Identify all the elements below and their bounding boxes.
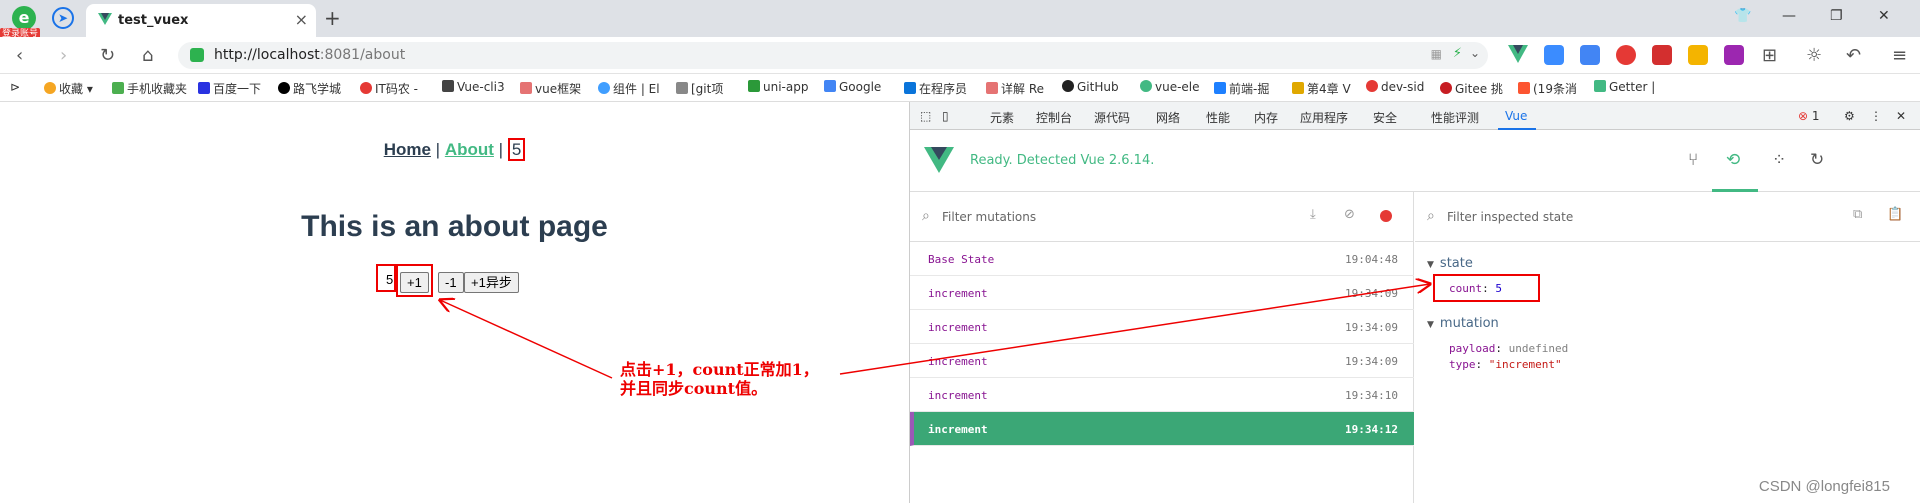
csdn-watermark: CSDN @longfei815 xyxy=(1758,478,1890,495)
arrow-to-increment-button xyxy=(440,300,613,379)
annotation-arrows xyxy=(0,0,1920,379)
arrow-to-count-state xyxy=(839,284,1430,375)
